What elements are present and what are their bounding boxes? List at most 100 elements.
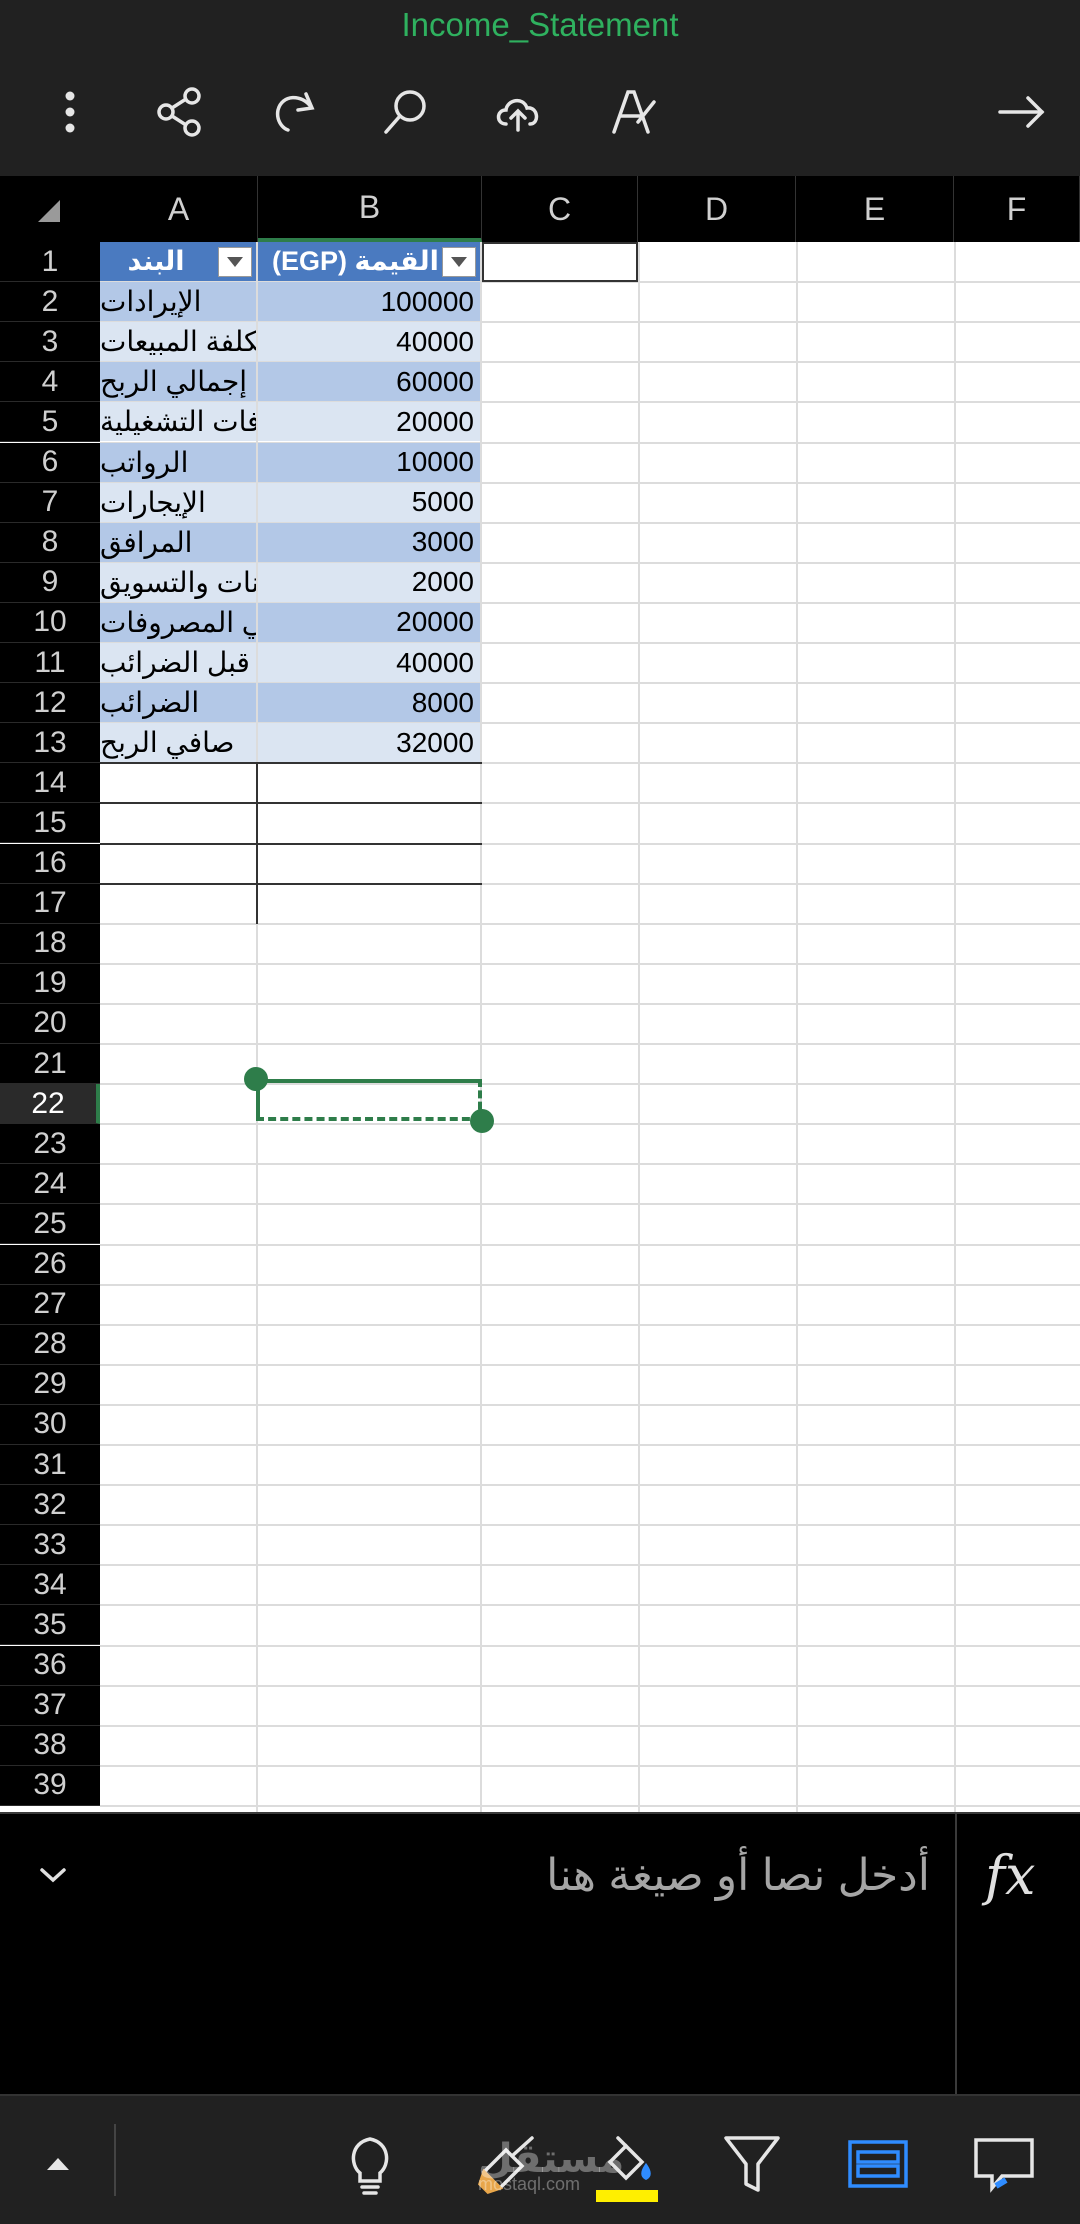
row-header-34[interactable]: 34 [0,1565,100,1606]
cell-border [256,763,258,924]
row-header-1[interactable]: 1 [0,242,100,283]
row-header-3[interactable]: 3 [0,322,100,363]
redo-icon[interactable] [262,80,326,144]
filter-dropdown-a[interactable] [218,247,252,277]
row-header-27[interactable]: 27 [0,1284,100,1325]
select-all-corner[interactable] [0,176,100,242]
grid-row-line [100,1484,1080,1487]
row-header-38[interactable]: 38 [0,1725,100,1766]
more-vertical-icon[interactable] [38,80,102,144]
row-header-26[interactable]: 26 [0,1244,100,1285]
comment-icon[interactable] [968,2128,1040,2200]
row-header-23[interactable]: 23 [0,1124,100,1165]
table-cell-value[interactable]: 8000 [258,683,480,723]
row-header-37[interactable]: 37 [0,1685,100,1726]
row-header-16[interactable]: 16 [0,843,100,884]
share-icon[interactable] [148,80,212,144]
row-header-15[interactable]: 15 [0,803,100,844]
table-cell-value[interactable]: 20000 [258,602,480,642]
row-header-39[interactable]: 39 [0,1765,100,1806]
row-header-5[interactable]: 5 [0,402,100,443]
row-header-6[interactable]: 6 [0,442,100,483]
table-cell-value[interactable]: 40000 [258,643,480,683]
row-header-32[interactable]: 32 [0,1485,100,1526]
table-cell-value[interactable]: 2000 [258,562,480,602]
row-header-22[interactable]: 22 [0,1084,100,1125]
row-header-24[interactable]: 24 [0,1164,100,1205]
filter-icon[interactable] [716,2128,788,2200]
row-header-35[interactable]: 35 [0,1605,100,1646]
row-header-31[interactable]: 31 [0,1445,100,1486]
fx-icon[interactable]: fx [985,1844,1035,1907]
row-header-19[interactable]: 19 [0,963,100,1004]
table-cell-item[interactable]: الإعلانات والتسويق [100,562,256,602]
table-cell-item[interactable]: الرواتب [100,442,256,482]
bottom-toolbar: مستقل mostaql.com [0,2094,1080,2224]
lightbulb-icon[interactable] [334,2128,406,2200]
column-header-b[interactable]: B [258,176,482,242]
selection-handle-bottom[interactable] [470,1109,494,1133]
row-header-4[interactable]: 4 [0,362,100,403]
row-header-21[interactable]: 21 [0,1044,100,1085]
row-header-7[interactable]: 7 [0,482,100,523]
chevron-down-icon[interactable] [36,1864,70,1891]
filter-dropdown-b[interactable] [442,247,476,277]
row-header-30[interactable]: 30 [0,1404,100,1445]
watermark-url: mostaql.com [478,2174,581,2194]
row-header-20[interactable]: 20 [0,1003,100,1044]
row-header-13[interactable]: 13 [0,723,100,764]
table-cell-item[interactable]: الإيرادات [100,282,256,322]
table-cell-value[interactable]: 60000 [258,362,480,402]
spreadsheet-grid[interactable]: A B C D E F 1 2 3 4 5 6 7 8 9 10 11 12 13 14 15 16 17 18 1… [0,176,1080,1812]
row-header-17[interactable]: 17 [0,883,100,924]
search-icon[interactable] [374,80,438,144]
row-header-8[interactable]: 8 [0,522,100,563]
row-header-14[interactable]: 14 [0,763,100,804]
row-header-12[interactable]: 12 [0,683,100,724]
selection-handle-top[interactable] [244,1067,268,1091]
table-cell-value[interactable]: 20000 [258,402,480,442]
table-cell-item[interactable]: الضرائب [100,683,256,723]
table-cell-value[interactable]: 100000 [258,282,480,322]
row-header-29[interactable]: 29 [0,1364,100,1405]
column-header-d[interactable]: D [638,176,796,242]
top-toolbar: Income_Statement [0,0,1080,176]
draw-pen-icon[interactable] [600,80,664,144]
column-header-f[interactable]: F [954,176,1080,242]
table-cell-item[interactable]: الإيجارات [100,482,256,522]
forward-arrow-icon[interactable] [990,80,1054,144]
formula-input[interactable]: أدخل نصا أو صيغة هنا [546,1850,930,1901]
row-header-18[interactable]: 18 [0,923,100,964]
row-header-11[interactable]: 11 [0,643,100,684]
divider [955,1814,957,2096]
table-cell-value[interactable]: 5000 [258,482,480,522]
table-cell-item[interactable]: إجمالي الربح [100,362,256,402]
column-header-c[interactable]: C [482,176,638,242]
column-header-e[interactable]: E [796,176,954,242]
row-header-2[interactable]: 2 [0,282,100,323]
cell-c1-border[interactable] [482,242,638,283]
column-header-a[interactable]: A [100,176,258,242]
table-cell-item[interactable]: المصروفات التشغيلية [100,402,256,442]
table-cell-item[interactable]: تكلفة المبيعات [100,322,256,362]
cloud-upload-icon[interactable] [486,80,550,144]
table-cell-item[interactable]: صافي الربح [100,723,256,763]
row-header-10[interactable]: 10 [0,602,100,643]
row-header-33[interactable]: 33 [0,1525,100,1566]
row-header-36[interactable]: 36 [0,1645,100,1686]
row-header-25[interactable]: 25 [0,1204,100,1245]
grid-row-line [100,1764,1080,1767]
table-style-icon[interactable] [842,2128,914,2200]
selection-box[interactable] [256,1079,482,1121]
table-cell-value[interactable]: 3000 [258,522,480,562]
row-header-9[interactable]: 9 [0,562,100,603]
table-cell-item[interactable]: صافي الربح قبل الضرائب [100,643,256,683]
table-cell-item[interactable]: إجمالي المصروفات [100,602,256,642]
table-cell-value[interactable]: 40000 [258,322,480,362]
table-cell-item[interactable]: المرافق [100,522,256,562]
table-cell-value[interactable]: 10000 [258,442,480,482]
document-title[interactable]: Income_Statement [0,6,1080,44]
expand-up-icon[interactable] [22,2128,94,2200]
table-cell-value[interactable]: 32000 [258,723,480,763]
row-header-28[interactable]: 28 [0,1324,100,1365]
